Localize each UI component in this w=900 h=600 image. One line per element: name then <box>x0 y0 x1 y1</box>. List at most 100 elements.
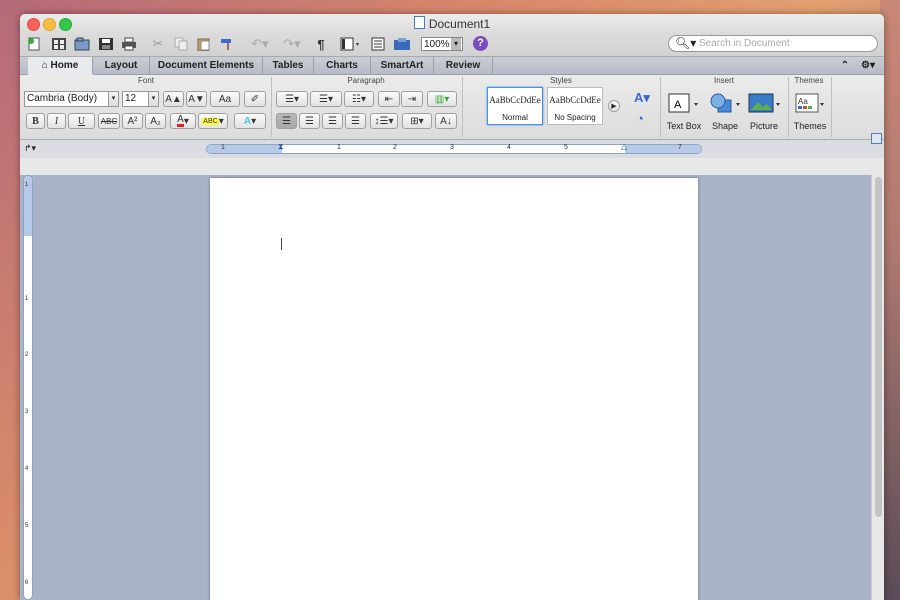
play-icon: ▶ <box>611 103 617 110</box>
view-button[interactable] <box>338 35 364 53</box>
themes-button[interactable]: Aa <box>793 89 827 117</box>
themes-group-title: Themes <box>794 76 824 85</box>
change-case-button[interactable]: Aa <box>210 91 240 107</box>
line-spacing-icon: ↕☰▾ <box>374 115 394 127</box>
subscript-button[interactable]: A₂ <box>145 113 166 129</box>
print-button[interactable] <box>120 35 138 53</box>
ruler-number: 5 <box>25 523 29 529</box>
media-browser-button[interactable] <box>392 35 412 53</box>
horizontal-ruler[interactable]: 1 1 2 3 4 5 7 ⧗ △ <box>206 142 702 154</box>
redo-button[interactable]: ↷▾ <box>278 35 306 53</box>
numbering-button[interactable]: ☰▾ <box>310 91 342 107</box>
styles-next-button[interactable]: ▶ <box>608 100 620 112</box>
style-name: No Spacing <box>554 113 596 122</box>
tab-home[interactable]: ⌂ Home <box>28 57 93 75</box>
search-placeholder: Search in Document <box>699 38 790 49</box>
vertical-ruler[interactable]: 1 1 2 3 4 5 6 <box>23 175 33 600</box>
document-canvas: 1 1 2 3 4 5 6 <box>20 175 884 600</box>
tab-smartart[interactable]: SmartArt <box>371 57 434 74</box>
numbering-icon: ☰▾ <box>319 93 333 105</box>
font-color-button[interactable]: A ▾ <box>170 113 196 129</box>
sidebar-button[interactable] <box>369 35 387 53</box>
tab-tables[interactable]: Tables <box>263 57 314 74</box>
font-color-icon: A <box>177 114 184 127</box>
tab-charts[interactable]: Charts <box>314 57 371 74</box>
text-effects-icon: A <box>243 115 252 127</box>
ribbon-settings-button[interactable]: ⚙▾ <box>856 57 880 74</box>
eraser-icon: ✐ <box>250 93 260 105</box>
styles-pane-button[interactable]: A▾ <box>630 89 654 107</box>
zoom-dropdown[interactable]: ▾ <box>451 38 461 50</box>
font-name-dropdown[interactable]: ▾ <box>108 91 119 107</box>
help-button[interactable]: ? <box>473 36 488 51</box>
columns-icon: ▥▾ <box>434 93 450 105</box>
group-separator <box>831 77 832 137</box>
style-no-spacing[interactable]: AaBbCcDdEe No Spacing <box>547 87 603 125</box>
split-view-icon[interactable] <box>871 133 882 144</box>
superscript-button[interactable]: A² <box>122 113 143 129</box>
style-normal[interactable]: AaBbCcDdEe Normal <box>487 87 543 125</box>
text-cursor <box>281 238 282 250</box>
right-indent-marker[interactable]: △ <box>621 142 627 151</box>
sort-button[interactable]: A↓ <box>435 113 457 129</box>
shape-icon <box>710 93 740 113</box>
templates-button[interactable] <box>50 35 68 53</box>
highlight-button[interactable]: ABC ▾ <box>198 113 228 129</box>
borders-button[interactable]: ⊞▾ <box>402 113 432 129</box>
bold-button[interactable]: B <box>26 113 45 129</box>
cut-button[interactable]: ✂ <box>149 35 167 53</box>
tab-selector[interactable]: ↱▾ <box>24 143 36 154</box>
shrink-font-button[interactable]: A▼ <box>186 91 207 107</box>
text-effects-button[interactable]: A ▾ <box>234 113 266 129</box>
decrease-indent-button[interactable]: ⇤ <box>378 91 400 107</box>
grow-font-button[interactable]: A▲ <box>163 91 184 107</box>
insert-shape-button[interactable] <box>707 89 743 117</box>
font-size-dropdown[interactable]: ▾ <box>148 91 159 107</box>
tab-layout[interactable]: Layout <box>93 57 150 74</box>
align-right-icon: ☰ <box>328 115 337 127</box>
format-painter-icon <box>221 39 231 50</box>
paste-button[interactable] <box>195 35 213 53</box>
font-group-title: Font <box>137 76 154 85</box>
save-button[interactable] <box>97 35 115 53</box>
right-margin <box>625 145 701 153</box>
format-painter-button[interactable] <box>218 35 236 53</box>
ruler-number: 5 <box>564 144 568 151</box>
copy-button[interactable] <box>172 35 190 53</box>
multilevel-list-button[interactable]: ☷▾ <box>344 91 374 107</box>
undo-button[interactable]: ↶▾ <box>245 35 275 53</box>
line-spacing-button[interactable]: ↕☰▾ <box>370 113 398 129</box>
collapse-ribbon-button[interactable]: ⌃ <box>838 57 852 74</box>
columns-button[interactable]: ▥▾ <box>427 91 457 107</box>
ruler-number: 6 <box>25 580 29 586</box>
search-field[interactable]: 🔍︎▾ Search in Document <box>668 35 878 52</box>
scroll-thumb[interactable] <box>875 177 882 517</box>
font-name-field[interactable]: Cambria (Body) <box>24 91 112 107</box>
align-left-button[interactable]: ☰ <box>276 113 297 129</box>
clear-formatting-button[interactable]: ✐ <box>244 91 266 107</box>
underline-button[interactable]: U <box>68 113 95 129</box>
show-formatting-button[interactable]: ¶ <box>313 35 329 53</box>
increase-indent-button[interactable]: ⇥ <box>401 91 423 107</box>
tab-review[interactable]: Review <box>434 57 493 74</box>
tab-document-elements[interactable]: Document Elements <box>150 57 263 74</box>
italic-button[interactable]: I <box>47 113 66 129</box>
shape-label: Shape <box>711 121 739 131</box>
ruler-number: 3 <box>450 144 454 151</box>
align-right-button[interactable]: ☰ <box>322 113 343 129</box>
bullets-button[interactable]: ☰▾ <box>276 91 308 107</box>
justify-button[interactable]: ☰ <box>345 113 366 129</box>
new-document-button[interactable] <box>24 35 46 53</box>
strikethrough-button[interactable]: ABC <box>98 113 120 129</box>
vertical-scrollbar[interactable] <box>871 175 884 600</box>
insert-picture-button[interactable] <box>746 89 782 117</box>
manage-styles-button[interactable]: ◔ <box>632 109 648 127</box>
ruler-number: 1 <box>221 144 225 151</box>
indent-marker[interactable]: ⧗ <box>278 142 284 152</box>
text-box-icon: A <box>668 93 698 113</box>
align-center-button[interactable]: ☰ <box>299 113 320 129</box>
ruler-number: 4 <box>507 144 511 151</box>
document-page[interactable] <box>210 178 698 600</box>
open-button[interactable] <box>73 35 91 53</box>
insert-text-box-button[interactable]: A <box>666 89 702 117</box>
